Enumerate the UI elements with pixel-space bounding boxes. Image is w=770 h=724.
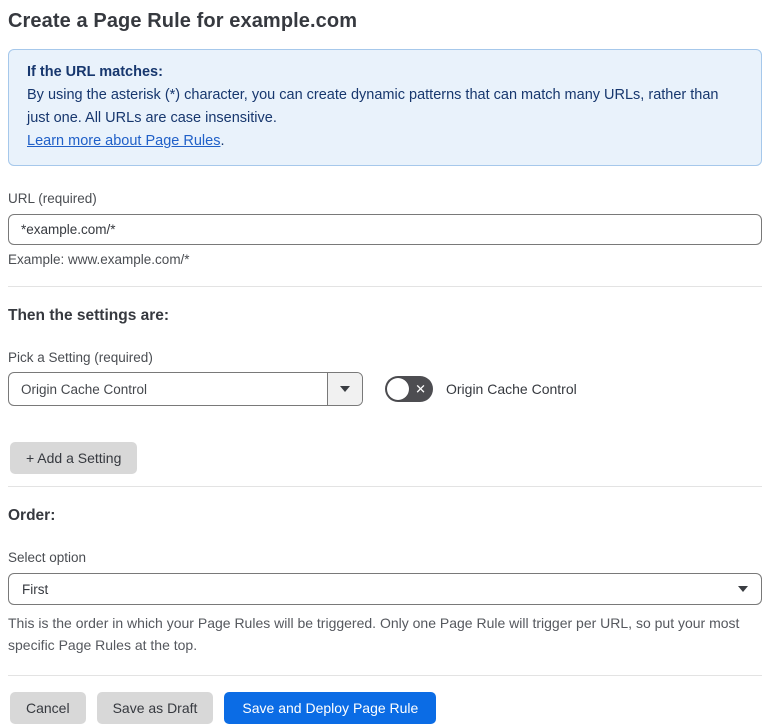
- toggle-label: Origin Cache Control: [446, 381, 577, 397]
- add-setting-button[interactable]: + Add a Setting: [10, 442, 138, 474]
- divider: [8, 286, 762, 287]
- page-rule-form: Create a Page Rule for example.com If th…: [0, 0, 770, 724]
- save-as-draft-button[interactable]: Save as Draft: [96, 692, 214, 724]
- save-and-deploy-button[interactable]: Save and Deploy Page Rule: [224, 692, 437, 724]
- url-field-label: URL (required): [8, 191, 97, 206]
- info-box-heading: If the URL matches:: [27, 64, 163, 80]
- setting-select-value: Origin Cache Control: [21, 381, 148, 397]
- page-title: Create a Page Rule for example.com: [8, 10, 358, 32]
- order-help-text: This is the order in which your Page Rul…: [8, 615, 740, 653]
- origin-cache-control-toggle[interactable]: ✕: [385, 376, 433, 402]
- order-select[interactable]: First: [8, 573, 762, 605]
- order-select-value: First: [22, 581, 49, 597]
- settings-section-heading: Then the settings are:: [8, 307, 170, 324]
- toggle-off-x-icon: ✕: [415, 381, 426, 397]
- chevron-down-icon: [738, 586, 748, 592]
- setting-row: Origin Cache Control ✕ Origin Cache Cont…: [8, 372, 762, 406]
- footer-actions: Cancel Save as Draft Save and Deploy Pag…: [8, 692, 762, 724]
- order-select-label: Select option: [8, 550, 87, 565]
- url-match-info-box: If the URL matches: By using the asteris…: [8, 49, 762, 166]
- setting-select[interactable]: Origin Cache Control: [8, 372, 363, 406]
- divider: [8, 486, 762, 487]
- info-box-body: By using the asterisk (*) character, you…: [27, 87, 719, 126]
- learn-more-link[interactable]: Learn more about Page Rules: [27, 133, 220, 149]
- info-box-link-line: Learn more about Page Rules.: [27, 130, 743, 153]
- link-suffix: .: [220, 133, 225, 149]
- pick-setting-label: Pick a Setting (required): [8, 350, 153, 365]
- url-example-text: Example: www.example.com/*: [8, 252, 190, 267]
- url-input[interactable]: [8, 214, 762, 245]
- toggle-knob: [387, 378, 409, 400]
- cancel-button[interactable]: Cancel: [10, 692, 86, 724]
- divider: [8, 675, 762, 676]
- order-section-heading: Order:: [8, 507, 56, 524]
- chevron-down-icon: [340, 386, 350, 392]
- setting-select-arrow-button[interactable]: [327, 373, 362, 405]
